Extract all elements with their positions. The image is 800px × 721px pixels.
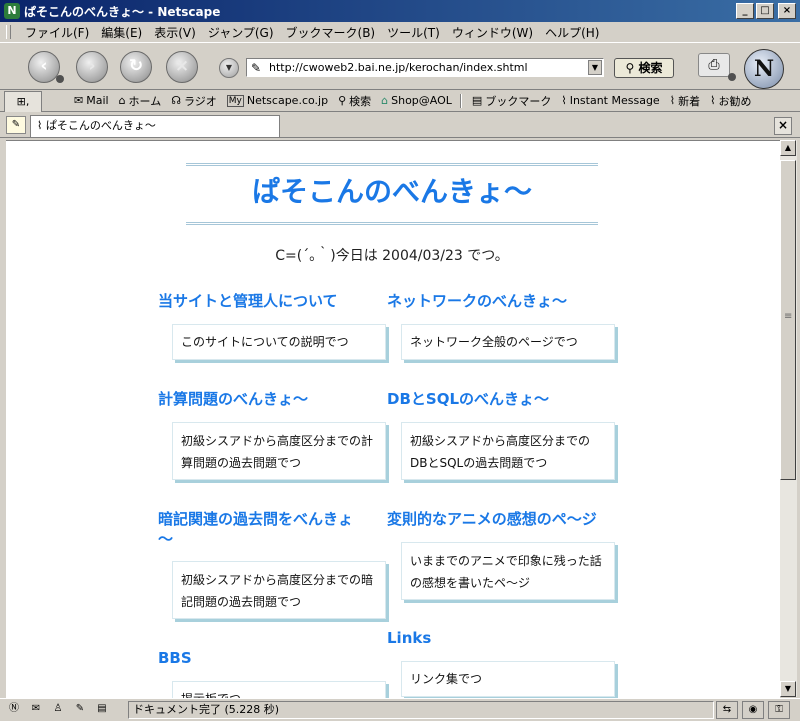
menu-file[interactable]: ファイル(F) bbox=[19, 24, 95, 41]
close-tab-button[interactable]: × bbox=[774, 117, 792, 135]
url-history-icon[interactable]: ▼ bbox=[219, 58, 239, 78]
maximize-button[interactable]: □ bbox=[756, 3, 774, 19]
home-icon: ⌂ bbox=[118, 94, 126, 107]
menu-bookmarks[interactable]: ブックマーク(B) bbox=[280, 24, 382, 41]
tab-bar: ✎ ⌇ ぱそこんのべんきょ～ × bbox=[0, 112, 800, 138]
section-memorize-desc: 初級シスアドから高度区分までの暗 記問題の過去問題でつ bbox=[172, 561, 386, 619]
page-title: ぱそこんのべんきょ～ bbox=[251, 175, 532, 208]
back-history-dropdown[interactable] bbox=[56, 75, 64, 83]
forward-button[interactable]: › bbox=[76, 51, 108, 83]
navigation-toolbar: ‹ › ↻ × ▼ ✎ http://cwoweb2.bai.ne.jp/ker… bbox=[0, 42, 800, 90]
toolbar-item-new[interactable]: ⌇ 新着 bbox=[670, 93, 700, 109]
scroll-down-arrow[interactable]: ▼ bbox=[780, 681, 796, 697]
search-icon: ⚲ bbox=[338, 94, 347, 107]
status-bar: Ⓝ ✉ ♙ ✎ ▤ ドキュメント完了 (5.228 秒) ⇆ ◉ ⚿ bbox=[0, 698, 800, 721]
window-title: ぱそこんのべんきょ～ - Netscape bbox=[24, 5, 221, 19]
sidebar-toggle-tab[interactable]: ⊞, bbox=[4, 91, 42, 112]
window-controls: _ □ × bbox=[736, 3, 796, 19]
link-icon: ⌇ bbox=[561, 94, 567, 107]
toolbar-item-search[interactable]: ⚲ 検索 bbox=[338, 93, 371, 109]
link-icon: ⌇ bbox=[710, 94, 716, 107]
lock-icon[interactable]: ⚿ bbox=[768, 701, 790, 719]
toolbar-item-shop[interactable]: ⌂ Shop@AOL bbox=[381, 94, 452, 107]
stop-button[interactable]: × bbox=[166, 51, 198, 83]
connection-icon[interactable]: ⇆ bbox=[716, 701, 738, 719]
url-text: http://cwoweb2.bai.ne.jp/kerochan/index.… bbox=[269, 61, 528, 74]
radio-icon: ☊ bbox=[171, 94, 181, 107]
netscape-logo[interactable]: N bbox=[744, 49, 784, 89]
new-tab-icon[interactable]: ✎ bbox=[6, 116, 26, 134]
security-icon[interactable]: ◉ bbox=[742, 701, 764, 719]
status-text: ドキュメント完了 (5.228 秒) bbox=[128, 701, 714, 719]
status-indicators: ⇆ ◉ ⚿ bbox=[716, 701, 790, 719]
section-network-desc: ネットワーク全般のページでつ bbox=[401, 324, 615, 360]
menu-view[interactable]: 表示(V) bbox=[148, 24, 202, 41]
search-label: 検索 bbox=[638, 61, 663, 75]
link-icon: ⌇ bbox=[37, 119, 46, 132]
vertical-scrollbar[interactable]: ▲ ▼ bbox=[780, 140, 797, 697]
section-bbs-desc: 掲示板でつ bbox=[172, 681, 386, 698]
close-button[interactable]: × bbox=[778, 3, 796, 19]
search-button[interactable]: ⚲ 検索 bbox=[614, 58, 674, 78]
section-memorize-link[interactable]: 暗記関連の過去問をべんきょ ～ bbox=[158, 509, 383, 549]
section-bbs-link[interactable]: BBS bbox=[158, 648, 192, 668]
print-dropdown[interactable] bbox=[728, 73, 736, 81]
section-calc-link[interactable]: 計算問題のべんきょ～ bbox=[158, 389, 308, 409]
aim-icon[interactable]: ♙ bbox=[50, 702, 66, 716]
section-anime-desc: いままでのアニメで印象に残った話 の感想を書いたペ～ジ bbox=[401, 542, 615, 600]
link-icon: ⌇ bbox=[669, 94, 676, 107]
page-icon: ✎ bbox=[251, 61, 262, 75]
menu-jump[interactable]: ジャンプ(G) bbox=[202, 24, 280, 41]
section-dbsql-link[interactable]: DBとSQLのべんきょ～ bbox=[387, 389, 549, 409]
print-icon[interactable]: ⎙ bbox=[698, 53, 730, 77]
menu-window[interactable]: ウィンドウ(W) bbox=[446, 24, 539, 41]
toolbar-item-recommend[interactable]: ⌇ お勧め bbox=[710, 93, 751, 109]
netscape-icon: N bbox=[4, 3, 20, 19]
toolbar-item-home[interactable]: ⌂ ホーム bbox=[119, 93, 162, 109]
date-line: C=(´｡｀)今日は 2004/03/23 でつ。 bbox=[275, 248, 509, 264]
bookmark-icon: ▤ bbox=[471, 94, 483, 107]
search-icon: ⚲ bbox=[625, 61, 635, 75]
scroll-thumb[interactable] bbox=[780, 160, 796, 480]
section-links-desc: リンク集でつ bbox=[401, 661, 615, 697]
minimize-button[interactable]: _ bbox=[736, 3, 754, 19]
mail-icon[interactable]: ✉ bbox=[28, 702, 44, 716]
section-network-link[interactable]: ネットワークのべんきょ～ bbox=[387, 291, 567, 311]
toolbar-item-bookmarks[interactable]: ▤ ブックマーク bbox=[472, 93, 551, 109]
my-icon: My bbox=[226, 94, 244, 107]
section-links-link[interactable]: Links bbox=[387, 628, 431, 648]
menu-tools[interactable]: ツール(T) bbox=[381, 24, 446, 41]
title-banner: ぱそこんのべんきょ～ bbox=[186, 163, 598, 225]
section-calc-desc: 初級シスアドから高度区分までの計 算問題の過去問題でつ bbox=[172, 422, 386, 480]
personal-toolbar: ⊞, ✉ Mail ⌂ ホーム ☊ ラジオ My Netscape.co.jp ⚲ 検索 … bbox=[0, 90, 800, 112]
toolbar-separator bbox=[459, 93, 462, 108]
toolbar-item-instant-message[interactable]: ⌇ Instant Message bbox=[561, 94, 659, 107]
address-book-icon[interactable]: ▤ bbox=[94, 702, 110, 716]
menu-help[interactable]: ヘルプ(H) bbox=[539, 24, 605, 41]
reload-button[interactable]: ↻ bbox=[120, 51, 152, 83]
toolbar-item-netscape[interactable]: My Netscape.co.jp bbox=[226, 94, 328, 107]
composer-icon[interactable]: ✎ bbox=[72, 702, 88, 716]
scroll-up-arrow[interactable]: ▲ bbox=[780, 140, 796, 156]
shop-icon: ⌂ bbox=[381, 94, 389, 107]
status-icons: Ⓝ ✉ ♙ ✎ ▤ bbox=[6, 702, 110, 716]
page-viewport: ぱそこんのべんきょ～ C=(´｡｀)今日は 2004/03/23 でつ。 当サイ… bbox=[6, 140, 780, 698]
mail-icon: ✉ bbox=[74, 94, 84, 107]
url-dropdown[interactable]: ▼ bbox=[588, 60, 602, 75]
section-dbsql-desc: 初級シスアドから高度区分までの DBとSQLの過去問題でつ bbox=[401, 422, 615, 480]
tab-label: ぱそこんのべんきょ～ bbox=[45, 119, 156, 132]
url-bar[interactable]: ✎ http://cwoweb2.bai.ne.jp/kerochan/inde… bbox=[246, 58, 604, 77]
menu-bar: ファイル(F) 編集(E) 表示(V) ジャンプ(G) ブックマーク(B) ツー… bbox=[0, 22, 800, 42]
section-anime-link[interactable]: 変則的なアニメの感想のペ～ジ bbox=[387, 509, 597, 529]
toolbar-item-radio[interactable]: ☊ ラジオ bbox=[171, 93, 217, 109]
section-about-desc: このサイトについての説明でつ bbox=[172, 324, 386, 360]
menu-edit[interactable]: 編集(E) bbox=[95, 24, 148, 41]
navigator-icon[interactable]: Ⓝ bbox=[6, 702, 22, 716]
title-bar: N ぱそこんのべんきょ～ - Netscape _ □ × bbox=[0, 0, 800, 22]
section-about-link[interactable]: 当サイトと管理人について bbox=[158, 291, 338, 311]
toolbar-item-mail[interactable]: ✉ Mail bbox=[74, 94, 109, 107]
tab-current[interactable]: ⌇ ぱそこんのべんきょ～ bbox=[30, 115, 280, 137]
toolbar-grip[interactable] bbox=[6, 25, 11, 39]
